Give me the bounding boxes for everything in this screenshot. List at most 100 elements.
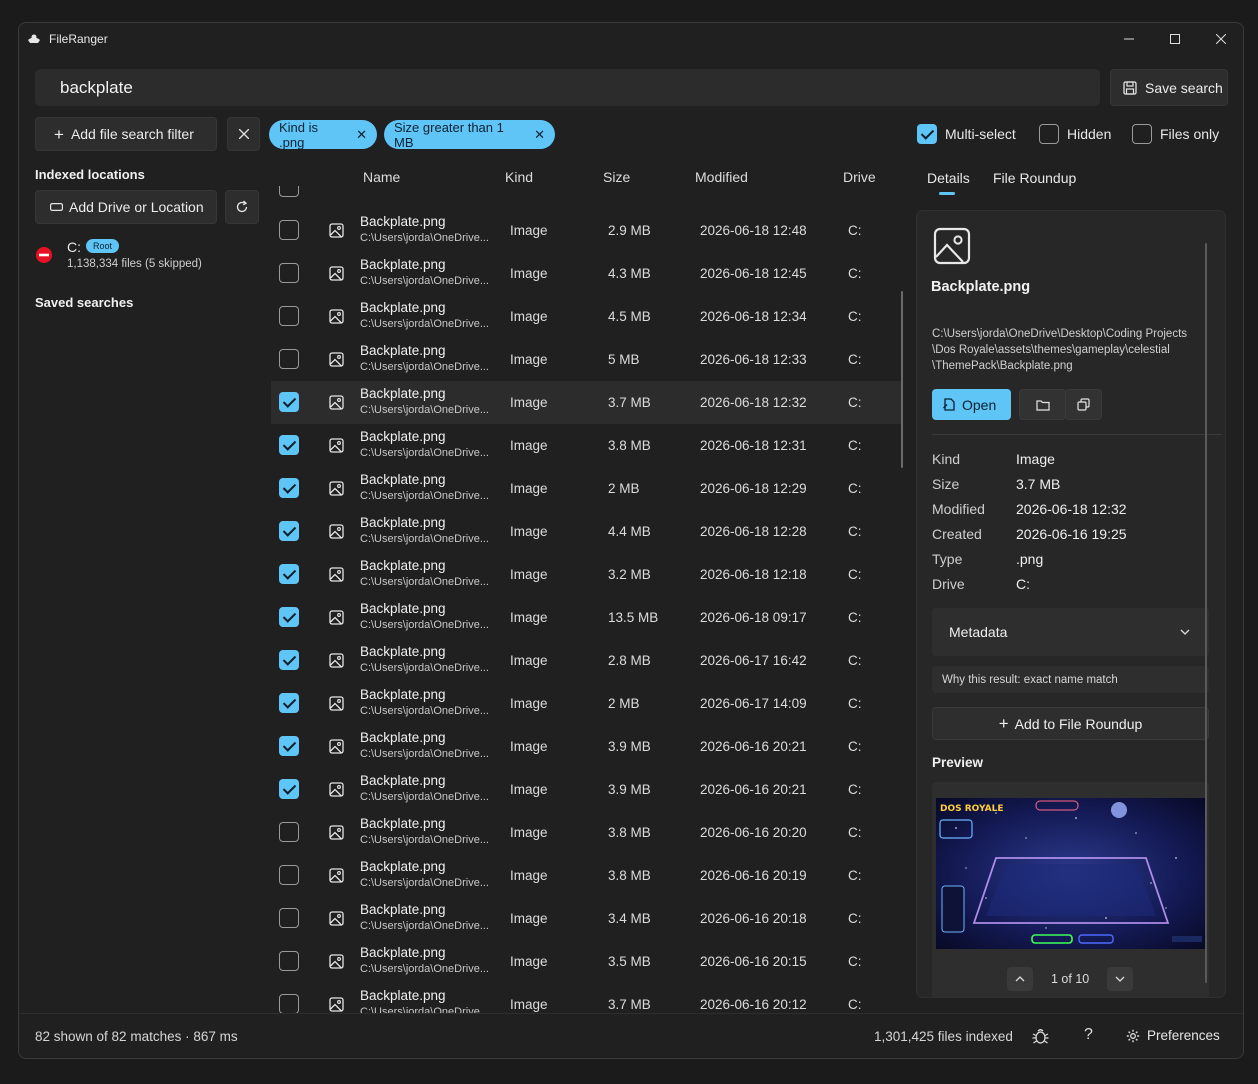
open-folder-button[interactable]: [1019, 389, 1066, 420]
column-header-modified[interactable]: Modified: [695, 169, 748, 185]
multiselect-checkbox[interactable]: [917, 124, 937, 144]
refresh-button[interactable]: [225, 190, 259, 224]
filter-chip-size[interactable]: Size greater than 1 MB ✕: [384, 119, 555, 150]
row-size: 2 MB: [608, 696, 640, 711]
row-checkbox[interactable]: [279, 908, 299, 928]
row-drive: C:: [848, 696, 862, 711]
add-drive-button[interactable]: Add Drive or Location: [35, 190, 217, 224]
row-kind: Image: [510, 653, 548, 668]
row-checkbox[interactable]: [279, 263, 299, 283]
table-row[interactable]: [271, 186, 903, 209]
row-checkbox[interactable]: [279, 521, 299, 541]
row-checkbox[interactable]: [279, 220, 299, 240]
tab-file-roundup[interactable]: File Roundup: [993, 170, 1076, 186]
preview-next-button[interactable]: [1107, 967, 1133, 991]
row-checkbox[interactable]: [279, 186, 299, 197]
add-to-roundup-button[interactable]: + Add to File Roundup: [932, 707, 1209, 740]
app-window: FileRanger backplate Save search + Add f…: [18, 22, 1244, 1059]
preview-pager: 1 of 10: [1051, 972, 1090, 986]
preview-image[interactable]: DOS ROYALE: [936, 798, 1205, 949]
row-checkbox[interactable]: [279, 822, 299, 842]
search-input[interactable]: backplate: [35, 69, 1100, 106]
row-drive: C:: [848, 997, 862, 1012]
table-row[interactable]: Backplate.png C:\Users\jorda\OneDrive... I…: [271, 811, 903, 854]
table-row[interactable]: Backplate.png C:\Users\jorda\OneDrive... I…: [271, 467, 903, 510]
maximize-button[interactable]: [1152, 23, 1198, 55]
row-size: 3.5 MB: [608, 954, 651, 969]
row-checkbox[interactable]: [279, 607, 299, 627]
column-header-name[interactable]: Name: [363, 169, 400, 185]
filter-chip-kind[interactable]: Kind is .png ✕: [269, 120, 377, 150]
row-size: 3.8 MB: [608, 868, 651, 883]
row-size: 3.8 MB: [608, 825, 651, 840]
table-row[interactable]: Backplate.png C:\Users\jorda\OneDrive... I…: [271, 940, 903, 983]
open-button[interactable]: Open: [932, 389, 1011, 420]
tab-details[interactable]: Details: [927, 170, 970, 186]
row-modified: 2026-06-16 20:15: [700, 954, 807, 969]
table-row[interactable]: Backplate.png C:\Users\jorda\OneDrive... I…: [271, 338, 903, 381]
details-file-name: Backplate.png: [931, 279, 1031, 295]
table-row[interactable]: Backplate.png C:\Users\jorda\OneDrive... I…: [271, 897, 903, 940]
row-checkbox[interactable]: [279, 779, 299, 799]
help-button[interactable]: ?: [1084, 1026, 1093, 1044]
column-header-size[interactable]: Size: [603, 169, 630, 185]
table-row[interactable]: Backplate.png C:\Users\jorda\OneDrive... I…: [271, 424, 903, 467]
preview-prev-button[interactable]: [1007, 967, 1033, 991]
column-header-drive[interactable]: Drive: [843, 169, 876, 185]
preferences-button[interactable]: Preferences: [1126, 1028, 1220, 1043]
row-checkbox[interactable]: [279, 564, 299, 584]
column-header-kind[interactable]: Kind: [505, 169, 533, 185]
table-row[interactable]: Backplate.png C:\Users\jorda\OneDrive... I…: [271, 295, 903, 338]
multiselect-label: Multi-select: [945, 126, 1016, 142]
drive-stats: 1,138,334 files (5 skipped): [67, 258, 202, 270]
row-checkbox[interactable]: [279, 865, 299, 885]
row-checkbox[interactable]: [279, 435, 299, 455]
row-size: 3.9 MB: [608, 739, 651, 754]
add-filter-button[interactable]: + Add file search filter: [35, 117, 217, 151]
table-row[interactable]: Backplate.png C:\Users\jorda\OneDrive... I…: [271, 983, 903, 1013]
row-checkbox[interactable]: [279, 736, 299, 756]
table-row[interactable]: Backplate.png C:\Users\jorda\OneDrive... I…: [271, 209, 903, 252]
table-row[interactable]: Backplate.png C:\Users\jorda\OneDrive... I…: [271, 725, 903, 768]
row-checkbox[interactable]: [279, 994, 299, 1013]
metadata-expander[interactable]: Metadata: [932, 608, 1209, 656]
clear-filters-button[interactable]: [227, 117, 260, 151]
image-file-icon: [329, 567, 344, 582]
remove-chip-icon[interactable]: ✕: [534, 127, 545, 143]
image-file-icon: [329, 352, 344, 367]
table-row[interactable]: Backplate.png C:\Users\jorda\OneDrive... I…: [271, 639, 903, 682]
row-checkbox[interactable]: [279, 478, 299, 498]
image-file-icon: [329, 954, 344, 969]
files-only-checkbox[interactable]: [1132, 124, 1152, 144]
drive-icon: [50, 203, 63, 211]
table-row[interactable]: Backplate.png C:\Users\jorda\OneDrive... I…: [271, 854, 903, 897]
table-row[interactable]: Backplate.png C:\Users\jorda\OneDrive... I…: [271, 381, 903, 424]
minimize-button[interactable]: [1106, 23, 1152, 55]
bug-icon[interactable]: [1032, 1027, 1049, 1045]
table-row[interactable]: Backplate.png C:\Users\jorda\OneDrive... I…: [271, 596, 903, 639]
table-row[interactable]: Backplate.png C:\Users\jorda\OneDrive... I…: [271, 510, 903, 553]
copy-path-button[interactable]: [1065, 389, 1102, 420]
image-file-icon: [329, 524, 344, 539]
results-list[interactable]: Backplate.png C:\Users\jorda\OneDrive... I…: [271, 186, 911, 1013]
row-checkbox[interactable]: [279, 693, 299, 713]
row-checkbox[interactable]: [279, 951, 299, 971]
filter-chip-label: Size greater than 1 MB: [394, 119, 504, 150]
table-row[interactable]: Backplate.png C:\Users\jorda\OneDrive... I…: [271, 553, 903, 596]
row-checkbox[interactable]: [279, 392, 299, 412]
row-checkbox[interactable]: [279, 306, 299, 326]
close-window-button[interactable]: [1198, 23, 1243, 55]
remove-chip-icon[interactable]: ✕: [356, 127, 367, 143]
table-row[interactable]: Backplate.png C:\Users\jorda\OneDrive... I…: [271, 252, 903, 295]
hidden-checkbox[interactable]: [1039, 124, 1059, 144]
table-row[interactable]: Backplate.png C:\Users\jorda\OneDrive... I…: [271, 682, 903, 725]
results-scrollbar[interactable]: [901, 291, 903, 468]
preview-container: DOS ROYALE 1 of 10: [932, 782, 1209, 997]
details-modified-value: 2026-06-18 12:32: [1016, 501, 1127, 517]
save-search-button[interactable]: Save search: [1110, 69, 1228, 106]
row-checkbox[interactable]: [279, 650, 299, 670]
row-name: Backplate.png: [360, 644, 446, 659]
details-scrollbar[interactable]: [1205, 243, 1207, 983]
row-checkbox[interactable]: [279, 349, 299, 369]
table-row[interactable]: Backplate.png C:\Users\jorda\OneDrive... I…: [271, 768, 903, 811]
